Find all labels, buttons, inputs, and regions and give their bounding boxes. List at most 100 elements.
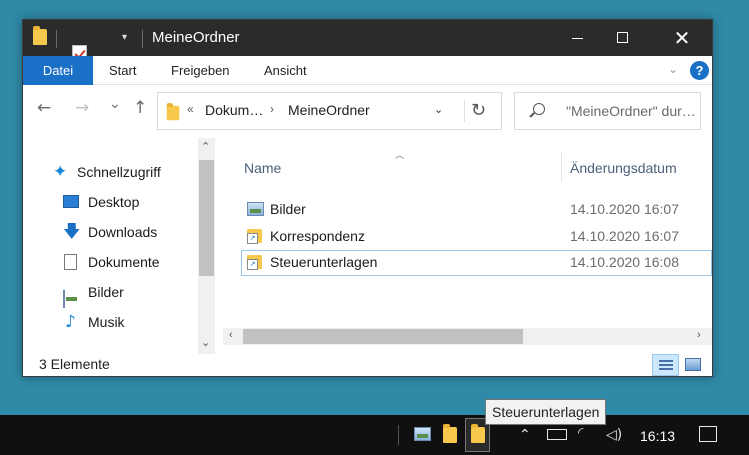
sidebar-item-label: Schnellzugriff: [77, 164, 161, 180]
title-separator: [56, 30, 57, 48]
sidebar-item-label: Bilder: [88, 284, 124, 300]
explorer-window: ▾ MeineOrdner ✕ Datei Start Freigeben An…: [22, 19, 713, 377]
forward-button[interactable]: →: [75, 98, 89, 118]
scrollbar-thumb[interactable]: [199, 160, 214, 276]
pin-icon[interactable]: 📌: [218, 218, 219, 246]
file-list: ︿ Name Änderungsdatum Bilder 14.10.2020 …: [223, 138, 712, 354]
minimize-icon: [572, 38, 583, 39]
navigation-bar: ← → ⌄ ↑ « Dokum… › MeineOrdner ⌄ ↻ "Mein…: [23, 86, 712, 134]
folder-shortcut-icon: [247, 255, 262, 270]
music-icon: ♪: [65, 312, 76, 332]
file-date: 14.10.2020 16:07: [570, 228, 679, 244]
breadcrumb-dokumente[interactable]: Dokum…: [205, 102, 263, 118]
breadcrumb-overflow[interactable]: «: [187, 102, 194, 116]
scroll-right-icon[interactable]: ›: [697, 329, 701, 341]
maximize-icon: [617, 32, 628, 43]
notification-icon[interactable]: [699, 426, 717, 442]
column-header-name[interactable]: Name: [244, 160, 281, 176]
folder-icon: [471, 424, 485, 443]
title-separator: [142, 30, 143, 48]
file-date: 14.10.2020 16:07: [570, 201, 679, 217]
taskbar-divider: [398, 425, 399, 445]
back-button[interactable]: ←: [37, 98, 51, 118]
file-name: Korrespondenz: [270, 228, 365, 244]
file-name: Steuerunterlagen: [270, 254, 378, 270]
pictures-taskbar-icon[interactable]: [414, 427, 431, 441]
sidebar-item-bilder[interactable]: Bilder 📌: [63, 278, 219, 308]
tab-ansicht[interactable]: Ansicht: [264, 56, 307, 85]
sort-ascending-icon: ︿: [395, 150, 405, 160]
ribbon: Datei Start Freigeben Ansicht ⌄ ?: [23, 56, 712, 85]
pin-icon[interactable]: 📌: [218, 248, 219, 276]
search-input[interactable]: "MeineOrdner" dur…: [514, 92, 701, 130]
download-icon: 🡇: [63, 222, 81, 242]
tray-chevron-icon[interactable]: ⌃: [519, 427, 531, 443]
library-icon: [247, 202, 264, 216]
list-item-selected[interactable]: Steuerunterlagen 14.10.2020 16:08: [241, 250, 712, 276]
close-icon: ✕: [673, 26, 691, 50]
refresh-button[interactable]: ↻: [464, 100, 492, 122]
folder-taskbar-icon[interactable]: [443, 424, 457, 443]
scroll-up-icon[interactable]: ⌃: [201, 140, 210, 153]
star-icon: ✦: [53, 162, 68, 182]
up-button[interactable]: ↑: [133, 98, 147, 118]
sidebar-item-label: Musik: [88, 314, 125, 330]
details-view-button[interactable]: [652, 354, 679, 376]
recent-locations-button[interactable]: ⌄: [109, 96, 121, 112]
tab-start[interactable]: Start: [109, 56, 136, 85]
clock[interactable]: 16:13: [640, 428, 675, 444]
pin-icon[interactable]: 📌: [218, 188, 219, 216]
folder-shortcut-icon: [247, 229, 262, 244]
status-bar: 3 Elemente: [23, 354, 712, 376]
minimize-button[interactable]: [555, 20, 601, 56]
list-item[interactable]: Bilder 14.10.2020 16:07: [241, 197, 712, 223]
item-count: 3 Elemente: [39, 356, 110, 372]
taskbar: ⌃ ◜ ◁) 16:13: [0, 415, 749, 455]
sidebar-scrollbar[interactable]: ⌃ ⌄: [198, 138, 215, 354]
maximize-button[interactable]: [600, 20, 646, 56]
pin-icon[interactable]: 📌: [218, 278, 219, 306]
details-view-icon: [659, 360, 673, 371]
horizontal-scrollbar[interactable]: ‹ ›: [223, 328, 712, 345]
scroll-down-icon[interactable]: ⌄: [201, 336, 210, 349]
sidebar-item-desktop[interactable]: Desktop 📌: [63, 188, 219, 216]
taskbar-tooltip: Steuerunterlagen: [485, 399, 607, 425]
volume-icon[interactable]: ◁): [606, 427, 622, 443]
breadcrumb-separator[interactable]: ›: [270, 102, 274, 116]
sidebar-item-label: Dokumente: [88, 254, 160, 270]
search-placeholder: "MeineOrdner" dur…: [566, 103, 696, 119]
tab-datei[interactable]: Datei: [23, 56, 93, 85]
address-bar[interactable]: « Dokum… › MeineOrdner ⌄ ↻: [157, 92, 502, 130]
address-dropdown-icon[interactable]: ⌄: [434, 103, 443, 116]
scroll-left-icon[interactable]: ‹: [229, 329, 233, 341]
search-icon: [533, 103, 545, 115]
sidebar-item-downloads[interactable]: 🡇 Downloads 📌: [63, 218, 219, 246]
close-button[interactable]: ✕: [659, 20, 705, 56]
title-bar[interactable]: ▾ MeineOrdner ✕: [23, 20, 712, 78]
wifi-icon[interactable]: ◜: [578, 425, 583, 441]
ribbon-expand-icon[interactable]: ⌄: [668, 62, 678, 76]
desktop-icon: [63, 195, 79, 208]
large-icons-view-icon: [685, 358, 701, 371]
tab-freigeben[interactable]: Freigeben: [171, 56, 230, 85]
breadcrumb-current[interactable]: MeineOrdner: [288, 102, 370, 118]
window-title: MeineOrdner: [152, 29, 240, 46]
large-icons-view-button[interactable]: [680, 354, 707, 376]
scrollbar-thumb[interactable]: [243, 329, 523, 344]
file-date: 14.10.2020 16:08: [570, 254, 679, 270]
folder-icon: [33, 26, 47, 45]
column-header-date[interactable]: Änderungsdatum: [570, 160, 677, 176]
battery-icon[interactable]: [547, 429, 567, 440]
help-icon[interactable]: ?: [690, 61, 709, 80]
quick-access-dropdown-icon[interactable]: ▾: [122, 32, 127, 43]
sidebar-item-label: Downloads: [88, 224, 158, 240]
folder-icon: [166, 103, 180, 121]
sidebar-item-dokumente[interactable]: Dokumente 📌: [63, 248, 219, 276]
file-name: Bilder: [270, 201, 306, 217]
document-icon: [64, 254, 77, 270]
sidebar-item-label: Desktop: [88, 194, 140, 210]
column-divider[interactable]: [561, 152, 562, 182]
list-item[interactable]: Korrespondenz 14.10.2020 16:07: [241, 224, 712, 250]
pictures-icon: [63, 290, 65, 308]
navigation-pane: ✦ Schnellzugriff Desktop 📌 🡇 Downloads 📌…: [23, 138, 219, 354]
